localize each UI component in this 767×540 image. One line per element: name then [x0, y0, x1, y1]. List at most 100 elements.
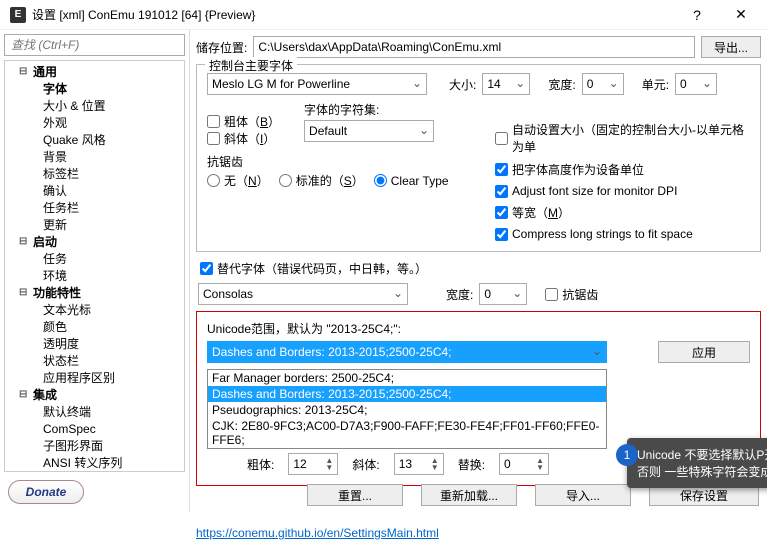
import-button[interactable]: 导入... — [535, 484, 631, 506]
font-size-combo[interactable]: 14 — [482, 73, 530, 95]
tree-taskbar[interactable]: 任务栏 — [9, 199, 180, 216]
alt-font-face-row: Consolas 宽度: 0 抗锯齿 — [198, 283, 761, 305]
titlebar: E 设置 [xml] ConEmu 191012 [64] {Preview} … — [0, 0, 767, 30]
dropdown-option[interactable]: CJK: 2E80-9FC3;AC00-D7A3;F900-FAFF;FE30-… — [208, 418, 606, 448]
tree-features[interactable]: ⊟功能特性 — [9, 284, 180, 301]
tree-default-term[interactable]: 默认终端 — [9, 403, 180, 420]
alt-italic-spin[interactable]: 13▲▼ — [394, 453, 444, 475]
tree-app-distinct[interactable]: 应用程序区别 — [9, 369, 180, 386]
main-font-group: 控制台主要字体 Meslo LG M for Powerline 大小: 14 … — [196, 64, 761, 252]
unicode-range-dropdown[interactable]: Far Manager borders: 2500-25C4; Dashes a… — [207, 369, 607, 449]
font-face-combo[interactable]: Meslo LG M for Powerline — [207, 73, 427, 95]
font-width-combo[interactable]: 0 — [582, 73, 624, 95]
charset-combo[interactable]: Default — [304, 120, 434, 142]
tree-tasks[interactable]: 任务 — [9, 250, 180, 267]
content: 储存位置: 导出... 控制台主要字体 Meslo LG M for Power… — [190, 30, 767, 512]
tree-font[interactable]: 字体 — [9, 80, 180, 97]
font-width-label: 宽度: — [548, 76, 575, 93]
expander-icon: ⊟ — [19, 287, 31, 298]
settings-tree[interactable]: ⊟通用 字体 大小 & 位置 外观 Quake 风格 背景 标签栏 确认 任务栏… — [4, 60, 185, 472]
spin-icon: ▲▼ — [431, 457, 439, 471]
antialias-label: 抗锯齿 — [207, 153, 477, 170]
treat-height-checkbox[interactable]: 把字体高度作为设备单位 — [495, 161, 750, 178]
aa-none-radio[interactable]: 无（N） — [207, 172, 269, 189]
alt-replace-label: 替换: — [458, 456, 485, 473]
reset-button[interactable]: 重置... — [307, 484, 403, 506]
tree-startup[interactable]: ⊟启动 — [9, 233, 180, 250]
tree-appearance[interactable]: 外观 — [9, 114, 180, 131]
monospace-checkbox[interactable]: 等宽（M） — [495, 204, 750, 221]
tree-size-pos[interactable]: 大小 & 位置 — [9, 97, 180, 114]
aa-cleartype-radio[interactable]: Clear Type — [374, 174, 449, 188]
tree-update[interactable]: 更新 — [9, 216, 180, 233]
tree-ansi[interactable]: ANSI 转义序列 — [9, 454, 180, 471]
tree-text-cursor[interactable]: 文本光标 — [9, 301, 180, 318]
annotation-callout: 1 Unicode 不要选择默认P开头的 否则 一些特殊字符会变成问号 — [627, 438, 767, 488]
tree-confirm[interactable]: 确认 — [9, 182, 180, 199]
reload-button[interactable]: 重新加载... — [421, 484, 517, 506]
export-button[interactable]: 导出... — [701, 36, 761, 58]
bold-checkbox[interactable]: 粗体（B） — [207, 113, 280, 130]
sidebar: ⊟通用 字体 大小 & 位置 外观 Quake 风格 背景 标签栏 确认 任务栏… — [0, 30, 190, 512]
italic-checkbox[interactable]: 斜体（I） — [207, 130, 275, 147]
aa-std-radio[interactable]: 标准的（S） — [279, 172, 364, 189]
storage-label: 储存位置: — [196, 39, 247, 56]
autosize-checkbox[interactable]: 自动设置大小（固定的控制台大小-以单元格为单 — [495, 121, 750, 155]
dropdown-option[interactable]: Far Manager borders: 2500-25C4; — [208, 370, 606, 386]
expander-icon: ⊟ — [19, 236, 31, 247]
unicode-range-combo[interactable]: Dashes and Borders: 2013-2015;2500-25C4; — [207, 341, 607, 363]
tree-quake[interactable]: Quake 风格 — [9, 131, 180, 148]
tree-tabbar[interactable]: 标签栏 — [9, 165, 180, 182]
adjust-dpi-checkbox[interactable]: Adjust font size for monitor DPI — [495, 184, 750, 198]
main-area: ⊟通用 字体 大小 & 位置 外观 Quake 风格 背景 标签栏 确认 任务栏… — [0, 30, 767, 512]
donate-button[interactable]: Donate — [8, 480, 84, 504]
font-left-col: 粗体（B） 字体的字符集: Default 斜体（I） 抗锯齿 无（N） 标准的… — [207, 101, 477, 241]
alt-antialias-checkbox[interactable]: 抗锯齿 — [545, 286, 598, 303]
storage-row: 储存位置: 导出... — [196, 36, 761, 58]
tree-env[interactable]: 环境 — [9, 267, 180, 284]
charset-label: 字体的字符集: — [304, 101, 434, 118]
help-button[interactable]: ? — [675, 0, 719, 30]
tree-children-gui[interactable]: 子图形界面 — [9, 437, 180, 454]
donate-wrap: Donate — [0, 472, 189, 512]
font-face-row: Meslo LG M for Powerline 大小: 14 宽度: 0 单元… — [207, 73, 750, 95]
compress-checkbox[interactable]: Compress long strings to fit space — [495, 227, 750, 241]
storage-path-input[interactable] — [253, 36, 695, 58]
window-title: 设置 [xml] ConEmu 191012 [64] {Preview} — [32, 6, 675, 23]
close-button[interactable]: ✕ — [719, 0, 763, 30]
alt-width-combo[interactable]: 0 — [479, 283, 527, 305]
font-size-label: 大小: — [449, 76, 476, 93]
app-icon: E — [10, 7, 26, 23]
alt-bold-label: 粗体: — [247, 456, 274, 473]
font-right-col: 自动设置大小（固定的控制台大小-以单元格为单 把字体高度作为设备单位 Adjus… — [495, 101, 750, 241]
font-cell-label: 单元: — [642, 76, 669, 93]
unicode-row: Dashes and Borders: 2013-2015;2500-25C4;… — [207, 341, 750, 363]
spin-icon: ▲▼ — [536, 457, 544, 471]
annotation-line1: Unicode 不要选择默认P开头的 — [637, 446, 767, 463]
tree-background[interactable]: 背景 — [9, 148, 180, 165]
alt-bold-spin[interactable]: 12▲▼ — [288, 453, 338, 475]
expander-icon: ⊟ — [19, 389, 31, 400]
apply-button[interactable]: 应用 — [658, 341, 750, 363]
dropdown-option-selected[interactable]: Dashes and Borders: 2013-2015;2500-25C4; — [208, 386, 606, 402]
font-cell-combo[interactable]: 0 — [675, 73, 717, 95]
tree-status[interactable]: 状态栏 — [9, 352, 180, 369]
dropdown-option[interactable]: Pseudographics: 2013-25C4; — [208, 402, 606, 418]
tree-general[interactable]: ⊟通用 — [9, 63, 180, 80]
antialias-row: 无（N） 标准的（S） Clear Type — [207, 172, 477, 189]
main-font-group-title: 控制台主要字体 — [205, 57, 297, 74]
tree-comspec[interactable]: ComSpec — [9, 420, 180, 437]
alt-replace-spin[interactable]: 0▲▼ — [499, 453, 549, 475]
search-wrap — [0, 30, 189, 60]
help-link[interactable]: https://conemu.github.io/en/SettingsMain… — [196, 526, 439, 540]
alt-italic-label: 斜体: — [352, 456, 379, 473]
annotation-line2: 否则 一些特殊字符会变成问号 — [637, 463, 767, 480]
alt-font-checkbox[interactable]: 替代字体（错误代码页，中日韩，等。） — [200, 260, 761, 277]
tree-transparency[interactable]: 透明度 — [9, 335, 180, 352]
alt-font-face-combo[interactable]: Consolas — [198, 283, 408, 305]
search-input[interactable] — [4, 34, 185, 56]
charset-block: 字体的字符集: Default — [304, 101, 434, 142]
alt-width-label: 宽度: — [446, 286, 473, 303]
tree-colors[interactable]: 颜色 — [9, 318, 180, 335]
tree-integration[interactable]: ⊟集成 — [9, 386, 180, 403]
